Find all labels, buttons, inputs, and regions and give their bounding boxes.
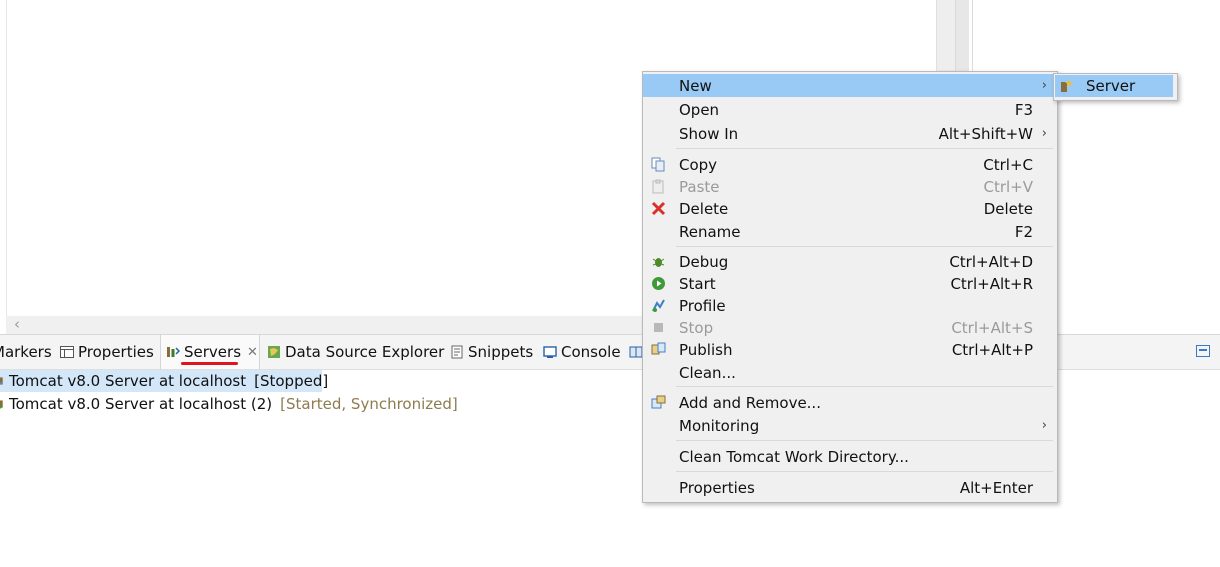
menu-item-clean[interactable]: Clean... <box>643 361 1055 384</box>
data-source-explorer-icon <box>268 346 280 358</box>
shortcut-label: Ctrl+Alt+D <box>949 252 1033 271</box>
menu-item-start-label: Start <box>679 274 716 293</box>
shortcut-label: Ctrl+Alt+R <box>950 274 1033 293</box>
menu-item-rename[interactable]: Rename F2 <box>643 220 1055 243</box>
menu-item-properties-label: Properties <box>679 478 755 497</box>
server-name: Tomcat v8.0 Server at localhost <box>9 372 247 390</box>
menu-item-new-label: New <box>679 76 712 95</box>
shortcut-label: F2 <box>1014 222 1033 241</box>
shortcut-label: Alt+Enter <box>959 478 1033 497</box>
menu-item-debug[interactable]: Debug Ctrl+Alt+D <box>643 250 1055 273</box>
menu-item-show-in-label: Show In <box>679 124 739 143</box>
bug-icon <box>652 258 665 267</box>
tab-data-source-explorer[interactable]: Data Source Explorer <box>267 335 444 369</box>
menu-item-profile[interactable]: Profile <box>643 294 1055 317</box>
menu-item-show-in[interactable]: Show In Alt+Shift+W › <box>643 122 1055 145</box>
tab-snippets[interactable]: Snippets <box>450 335 533 369</box>
tab-markers[interactable]: Markers <box>0 335 52 369</box>
chevron-right-icon: › <box>1041 78 1047 93</box>
menu-item-debug-label: Debug <box>679 252 729 271</box>
menu-item-paste: Paste Ctrl+V <box>643 175 1055 198</box>
tab-overflow[interactable] <box>629 335 643 369</box>
paste-icon <box>652 179 664 194</box>
shortcut-label: Ctrl+V <box>983 177 1033 196</box>
tab-servers-label: Servers <box>184 343 242 361</box>
menu-separator <box>676 471 1053 472</box>
menu-item-stop: Stop Ctrl+Alt+S <box>643 316 1055 339</box>
menu-item-copy[interactable]: Copy Ctrl+C <box>643 153 1055 176</box>
menu-item-open[interactable]: Open F3 <box>643 98 1055 121</box>
menu-separator <box>676 148 1053 149</box>
server-state: [Started, Synchronized] <box>280 395 458 413</box>
annotation-underline <box>181 362 238 365</box>
console-icon <box>543 346 557 358</box>
chevron-right-icon: › <box>1041 418 1047 433</box>
server-row[interactable]: Tomcat v8.0 Server at localhost (2) [Sta… <box>0 393 458 415</box>
tab-properties-label: Properties <box>78 343 154 361</box>
add-remove-icon <box>651 395 666 409</box>
shortcut-label: Ctrl+Alt+S <box>951 318 1033 337</box>
book-icon <box>629 346 643 358</box>
menu-item-copy-label: Copy <box>679 155 718 174</box>
menu-item-delete-label: Delete <box>679 199 729 218</box>
servers-icon <box>167 347 180 357</box>
tab-data-source-explorer-label: Data Source Explorer <box>285 343 445 361</box>
menu-item-clean-label: Clean... <box>679 363 736 382</box>
delete-icon <box>651 201 666 216</box>
menu-item-monitoring[interactable]: Monitoring › <box>643 414 1055 437</box>
menu-item-add-remove-label: Add and Remove... <box>679 393 821 412</box>
menu-item-add-remove[interactable]: Add and Remove... <box>643 391 1055 414</box>
scroll-left-arrow-icon[interactable]: ‹ <box>10 316 24 332</box>
tab-markers-label: Markers <box>0 343 52 361</box>
profile-icon <box>652 299 665 312</box>
shortcut-label: Delete <box>983 199 1033 218</box>
menu-item-profile-label: Profile <box>679 296 726 315</box>
menu-item-clean-tomcat-label: Clean Tomcat Work Directory... <box>679 447 909 466</box>
new-server-icon <box>1061 79 1073 92</box>
server-started-icon <box>0 400 3 409</box>
copy-icon <box>651 157 665 172</box>
menu-item-publish-label: Publish <box>679 340 733 359</box>
shortcut-label: Alt+Shift+W <box>938 124 1033 143</box>
menu-item-clean-tomcat-work-directory[interactable]: Clean Tomcat Work Directory... <box>643 445 1055 468</box>
close-icon[interactable]: ✕ <box>247 345 258 360</box>
menu-item-monitoring-label: Monitoring <box>679 416 760 435</box>
tab-console-label: Console <box>561 343 621 361</box>
menu-separator <box>676 440 1053 441</box>
server-state: [Stopped] <box>254 372 329 390</box>
shortcut-label: Ctrl+Alt+P <box>951 340 1033 359</box>
menu-separator <box>676 386 1053 387</box>
editor-border <box>6 0 7 316</box>
shortcut-label: F3 <box>1014 100 1033 119</box>
menu-item-rename-label: Rename <box>679 222 741 241</box>
publish-icon <box>651 342 666 355</box>
properties-icon <box>60 346 74 358</box>
chevron-right-icon: › <box>1041 126 1047 141</box>
menu-item-paste-label: Paste <box>679 177 720 196</box>
menu-item-delete[interactable]: Delete Delete <box>643 197 1055 220</box>
server-stopped-icon <box>0 377 3 385</box>
tab-properties[interactable]: Properties <box>60 335 154 369</box>
snippets-icon <box>451 345 463 359</box>
server-row[interactable]: Tomcat v8.0 Server at localhost [Stopped… <box>0 370 328 392</box>
minimize-view-icon[interactable] <box>1196 345 1210 357</box>
tab-console[interactable]: Console <box>543 335 621 369</box>
server-name: Tomcat v8.0 Server at localhost (2) <box>9 395 273 413</box>
tab-snippets-label: Snippets <box>468 343 534 361</box>
submenu-item-server[interactable]: Server <box>1055 75 1173 97</box>
shortcut-label: Ctrl+C <box>983 155 1033 174</box>
menu-item-publish[interactable]: Publish Ctrl+Alt+P <box>643 338 1055 361</box>
play-icon <box>652 277 665 290</box>
menu-item-properties[interactable]: Properties Alt+Enter <box>643 476 1055 499</box>
menu-item-new[interactable]: New › <box>643 74 1055 97</box>
menu-item-stop-label: Stop <box>679 318 714 337</box>
menu-separator <box>676 246 1053 247</box>
stop-icon <box>654 323 663 332</box>
menu-item-open-label: Open <box>679 100 720 119</box>
menu-item-start[interactable]: Start Ctrl+Alt+R <box>643 272 1055 295</box>
submenu-item-server-label: Server <box>1086 77 1136 95</box>
